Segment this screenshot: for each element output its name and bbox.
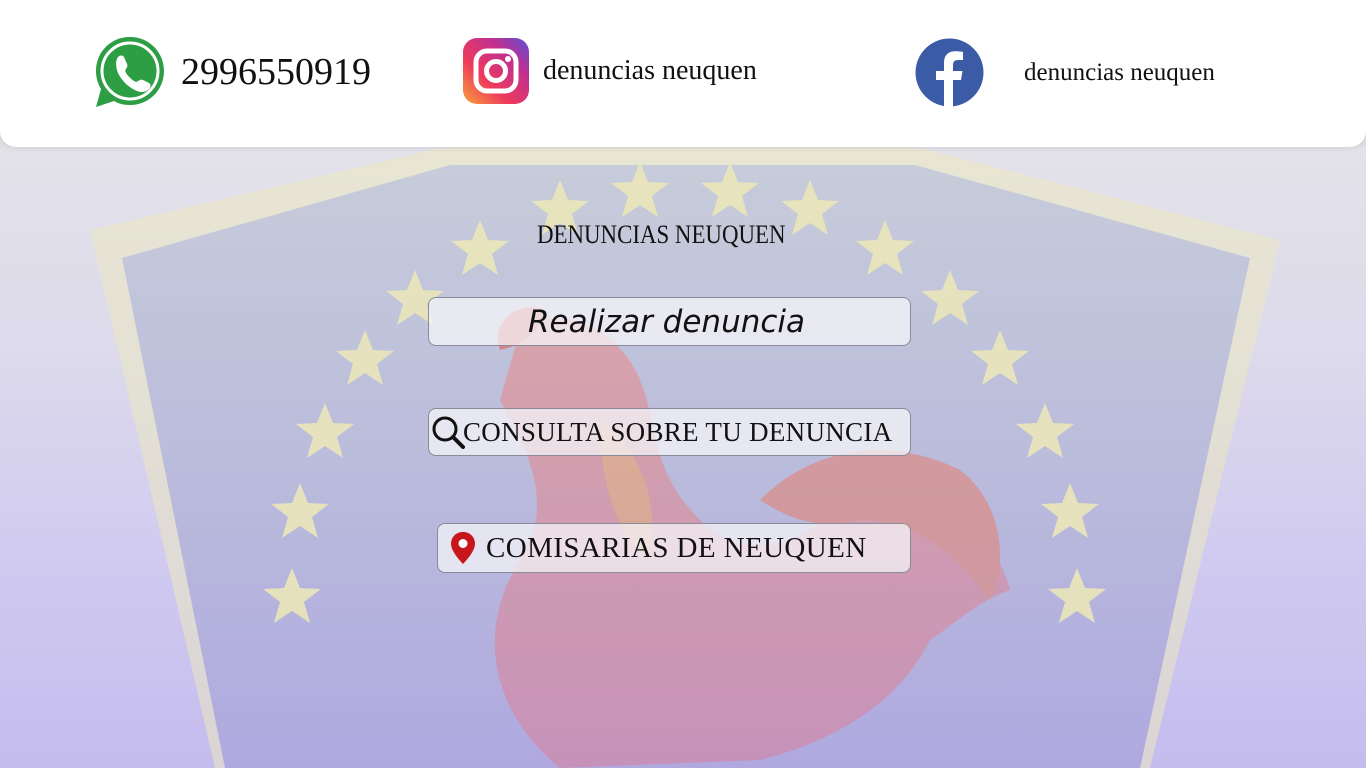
whatsapp-number: 2996550919: [181, 51, 371, 93]
consulta-denuncia-label: CONSULTA SOBRE TU DENUNCIA: [463, 416, 893, 447]
whatsapp-icon: [96, 37, 164, 107]
map-pin-icon: [451, 532, 475, 564]
comisarias-label: COMISARIAS DE NEUQUEN: [486, 531, 867, 564]
realizar-denuncia-button[interactable]: Realizar denuncia: [428, 297, 911, 346]
realizar-denuncia-label: Realizar denuncia: [527, 303, 806, 340]
contact-header: 2996550919 denuncias neuquen denuncias n: [0, 0, 1366, 147]
facebook-icon: [915, 38, 984, 107]
search-icon: [432, 416, 465, 449]
consulta-denuncia-button[interactable]: CONSULTA SOBRE TU DENUNCIA: [428, 408, 911, 456]
instagram-icon: [463, 38, 529, 104]
instagram-handle: denuncias neuquen: [543, 55, 757, 86]
instagram-contact[interactable]: denuncias neuquen: [463, 38, 757, 104]
facebook-handle: denuncias neuquen: [1024, 58, 1215, 86]
comisarias-button[interactable]: COMISARIAS DE NEUQUEN: [437, 523, 911, 573]
whatsapp-contact[interactable]: 2996550919: [93, 35, 371, 109]
page-title: DENUNCIAS NEUQUEN: [537, 220, 786, 249]
facebook-contact[interactable]: denuncias neuquen: [915, 38, 1215, 107]
